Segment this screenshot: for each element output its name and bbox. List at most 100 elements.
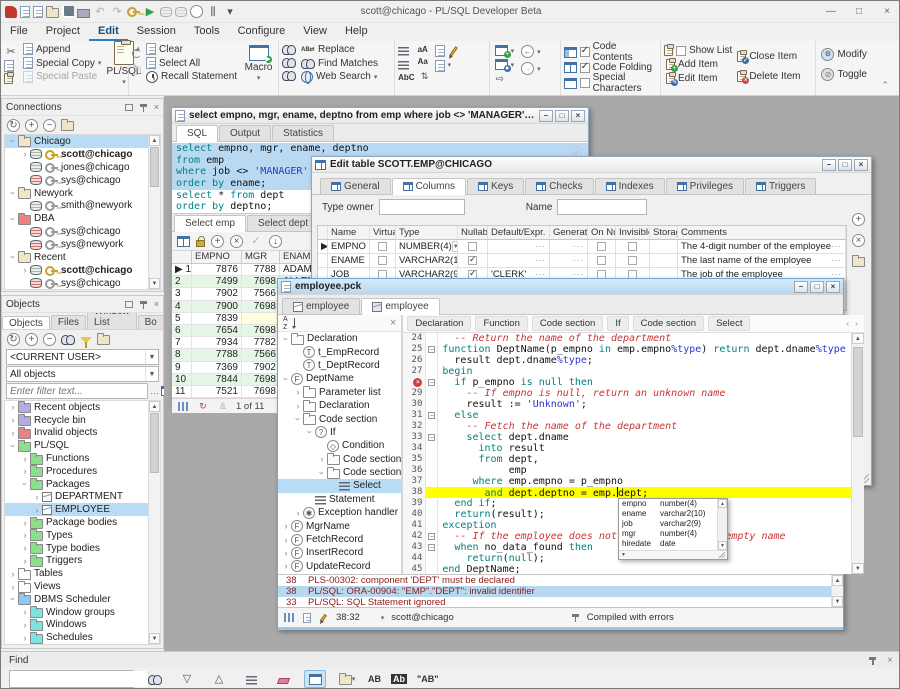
expand-icon[interactable]: › [20, 454, 30, 464]
highlight-icon[interactable] [272, 670, 294, 688]
collapse-icon[interactable]: › [293, 414, 303, 424]
find-input[interactable] [10, 671, 148, 687]
grid-cell[interactable]: 7788 [192, 349, 242, 360]
macro-button[interactable]: ▶ Macro▾ [242, 43, 275, 83]
grid-cell[interactable]: 7698 [242, 301, 280, 312]
grid-cell[interactable]: 7876 [192, 264, 242, 275]
code-line[interactable]: 32 -- Fetch the name of the department [403, 421, 864, 432]
outdent-icon[interactable] [398, 61, 409, 70]
tree-item-windows[interactable]: ›Windows [5, 619, 160, 632]
edit-table-tab-triggers[interactable]: Triggers [745, 178, 816, 194]
indent-icon[interactable] [398, 47, 409, 56]
column-header-empno[interactable]: EMPNO [192, 251, 242, 263]
tree-item-dba[interactable]: ›DBA [5, 212, 160, 225]
grid-cell[interactable]: 7654 [192, 325, 242, 336]
tree-item-sys-chicago[interactable]: sys@chicago [5, 174, 160, 187]
recall-statement-button[interactable]: Recall Statement [144, 70, 239, 83]
grid-cell[interactable]: 7788 [242, 264, 280, 275]
close-icon[interactable]: × [571, 110, 585, 122]
expand-icon[interactable]: › [20, 518, 30, 528]
comment-icon[interactable] [435, 45, 445, 57]
expand-icon[interactable]: › [8, 569, 18, 579]
maximize-icon[interactable]: □ [555, 110, 569, 122]
tree-item-recent-objects[interactable]: ›Recent objects [5, 401, 160, 414]
code-line[interactable]: 27begin [403, 366, 864, 377]
menu-edit[interactable]: Edit [89, 23, 128, 41]
close-icon[interactable]: × [873, 1, 900, 23]
delete-record-icon[interactable]: × [230, 235, 243, 248]
collapse-icon[interactable]: › [317, 468, 327, 478]
code-line[interactable]: 34 into result [403, 443, 864, 454]
popup-expand-icon[interactable]: ▼ [621, 552, 626, 558]
tree-item-pl-sql[interactable]: ›PL/SQL [5, 439, 160, 452]
grid-cell[interactable]: 7902 [242, 362, 280, 373]
refresh-icon[interactable]: ↻ [196, 399, 210, 413]
grid-cell[interactable]: 8 [172, 349, 192, 360]
fold-gutter[interactable]: — [425, 377, 438, 388]
fold-collapse-icon[interactable]: — [428, 346, 435, 353]
cell-name[interactable]: ENAME [328, 254, 370, 267]
tree-item-chicago[interactable]: ›Chicago [5, 135, 160, 148]
bookmark-goto-icon[interactable]: ● [495, 59, 508, 70]
fold-gutter[interactable]: — [425, 542, 438, 553]
edit-table-tab-columns[interactable]: Columns [392, 178, 466, 195]
object-type-dropdown[interactable]: All objects▼ [6, 366, 159, 382]
column-header-name[interactable]: Name [328, 226, 370, 239]
objects-tab-bo[interactable]: Bo [138, 315, 163, 329]
expand-icon[interactable]: › [32, 505, 42, 515]
ellipsis-icon[interactable]: ··· [535, 242, 546, 251]
menu-configure[interactable]: Configure [229, 23, 295, 41]
column-header-rownum[interactable] [172, 251, 192, 263]
breadcrumb-select[interactable]: Select [708, 316, 750, 331]
restore-panel-icon[interactable] [125, 104, 133, 111]
user-filter-dropdown[interactable]: <CURRENT USER>▼ [6, 349, 159, 365]
cell-default[interactable]: ··· [488, 240, 550, 253]
minimize-icon[interactable]: – [539, 110, 553, 122]
restore-panel-icon[interactable] [125, 301, 133, 308]
grid-cell[interactable]: 7369 [192, 362, 242, 373]
grid-cell[interactable]: 10 [172, 374, 192, 385]
collapse-icon[interactable]: › [8, 594, 18, 604]
close-panel-icon[interactable]: × [154, 299, 159, 309]
tree-item-tables[interactable]: ›Tables [5, 567, 160, 580]
ellipsis-icon[interactable]: ··· [831, 256, 842, 265]
menu-file[interactable]: File [1, 23, 37, 41]
expand-icon[interactable]: › [281, 521, 291, 531]
modify-breakpoint-button[interactable]: ⚙Modify [819, 47, 868, 61]
grid-cell[interactable]: 11 [172, 386, 192, 397]
breadcrumb-declaration[interactable]: Declaration [407, 316, 471, 331]
cell-virtual[interactable] [370, 240, 396, 253]
print-icon[interactable] [77, 9, 90, 18]
ellipsis-icon[interactable]: ··· [573, 242, 584, 251]
cell-storage[interactable] [650, 254, 678, 267]
expand-icon[interactable]: › [281, 561, 291, 571]
code-line[interactable]: 24 -- Return the name of the department [403, 333, 864, 344]
code-folding-checkbox[interactable] [580, 63, 590, 73]
tree-item-functions[interactable]: ›Functions [5, 452, 160, 465]
toggle-breakpoint-button[interactable]: ⊘Toggle [819, 67, 868, 81]
fold-collapse-icon[interactable]: — [428, 412, 435, 419]
collapse-icon[interactable]: › [281, 334, 291, 344]
grid-cell[interactable]: 7934 [192, 337, 242, 348]
tree-item-exception-handler[interactable]: ›✱Exception handler [278, 506, 401, 519]
grid-cell[interactable]: 2 [172, 276, 192, 287]
code-line[interactable]: 33— select dept.dname [403, 432, 864, 443]
cell-comments[interactable]: The 4-digit number of the employee··· [678, 240, 846, 253]
tree-item-t-emprecord[interactable]: Tt_EmpRecord [278, 345, 401, 358]
tree-item-condition[interactable]: ◇Condition [278, 439, 401, 452]
tree-item-scott-chicago[interactable]: ›scott@chicago [5, 148, 160, 161]
post-record-icon[interactable]: ✓ [249, 234, 263, 248]
add-item-button[interactable]: +Add Item [664, 59, 732, 70]
nullable-checkbox[interactable] [468, 256, 477, 265]
refresh-icon[interactable]: ↻ [7, 333, 20, 346]
autocomplete-item[interactable]: enamevarchar2(10) [619, 509, 727, 519]
sort-lines-icon[interactable]: ⇅ [418, 69, 432, 83]
column-header-storage[interactable]: Storage [650, 226, 678, 239]
tree-item-type-bodies[interactable]: ›Type bodies [5, 542, 160, 555]
column-definition-row[interactable]: ▶EMPNONUMBER(4)▼······The 4-digit number… [318, 240, 846, 254]
tree-item-declaration[interactable]: ›Declaration [278, 332, 401, 345]
grid-cell[interactable]: 5 [172, 313, 192, 324]
tree-item-parameter-list[interactable]: ›Parameter list [278, 386, 401, 399]
tree-item-recent[interactable]: ›Recent [5, 251, 160, 264]
menu-tools[interactable]: Tools [185, 23, 229, 41]
